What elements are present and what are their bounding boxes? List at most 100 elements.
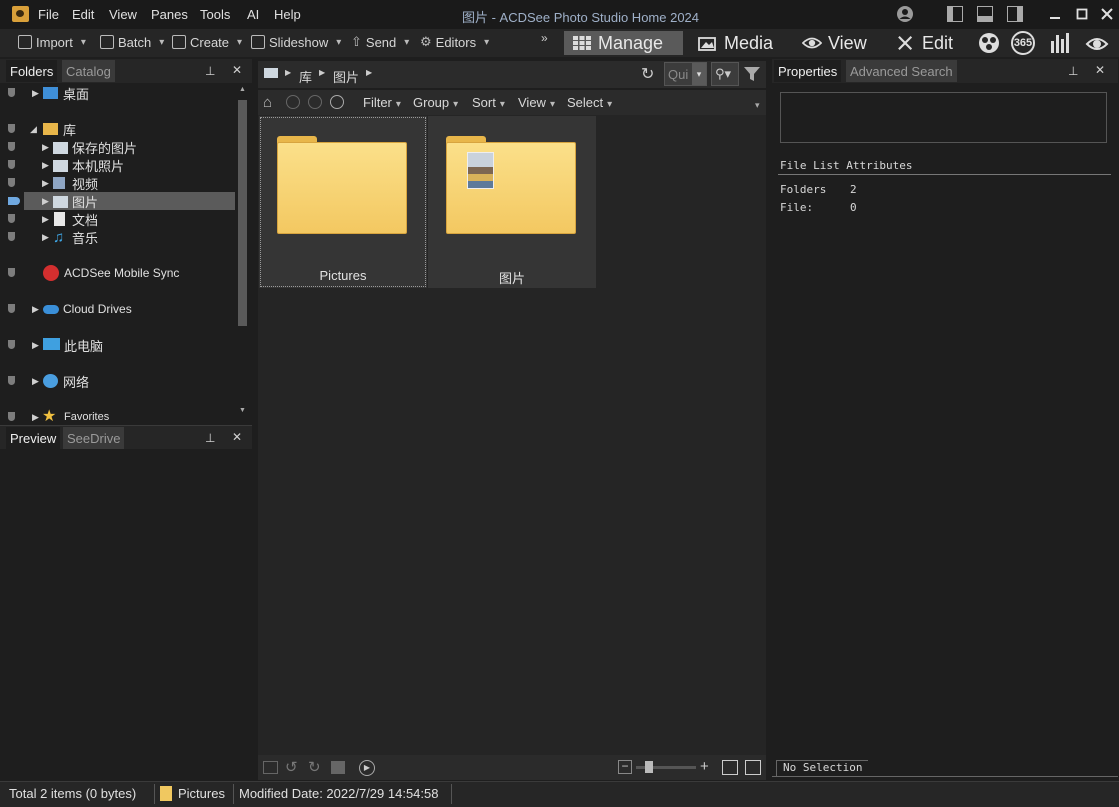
tree-item-mobile-sync[interactable]: ACDSee Mobile Sync [0,264,236,282]
close-icon[interactable] [1098,5,1116,23]
tree-item-cloud-drives[interactable]: ▶ Cloud Drives [0,300,236,318]
compare-icon[interactable] [331,761,345,774]
expand-icon[interactable]: ▶ [32,340,39,351]
expand-icon[interactable]: ▶ [42,214,49,225]
menu-panes[interactable]: Panes [151,7,188,22]
rotate-left-icon[interactable]: ↺ [285,758,298,776]
thumbnail-size-icon[interactable] [263,761,278,774]
tree-item-saved-pictures[interactable]: ▶ 保存的图片 [0,138,236,156]
back-icon[interactable] [286,95,300,109]
editors-button[interactable]: ⚙ Editors [420,33,489,51]
menu-view[interactable]: View [109,7,137,22]
breadcrumb-separator-icon[interactable]: ▶ [319,68,325,77]
sort-menu[interactable]: Sort [472,95,505,110]
toggle-bottom-pane-icon[interactable] [976,5,994,23]
breadcrumb-pictures[interactable]: 图片 [333,67,359,86]
tree-item-this-pc[interactable]: ▶ 此电脑 [0,336,236,354]
pin-icon[interactable]: ⊥ [1068,64,1078,78]
scroll-down-icon[interactable]: ▼ [239,407,246,414]
thumbnail-view-icon[interactable] [722,760,738,775]
play-slideshow-icon[interactable]: ▶ [359,760,375,776]
close-pane-icon[interactable]: ✕ [1095,63,1105,77]
breadcrumb-separator-icon[interactable]: ▶ [366,68,372,77]
send-button[interactable]: ⇧ Send [351,33,409,51]
filter-bar-overflow-icon[interactable]: ▾ [755,100,760,111]
toggle-right-pane-icon[interactable] [1006,5,1024,23]
mode-edit-button[interactable]: Edit [888,31,961,55]
thumbnail-folder-tupian[interactable]: 图片 [428,116,596,288]
menu-edit[interactable]: Edit [72,7,94,22]
expand-icon[interactable]: ▶ [32,88,39,99]
expand-icon[interactable]: ▶ [42,160,49,171]
slideshow-button[interactable]: Slideshow [251,33,341,51]
mode-manage-button[interactable]: Manage [564,31,683,55]
close-pane-icon[interactable]: ✕ [232,430,242,444]
breadcrumb-library[interactable]: 库 [299,67,312,86]
toggle-left-pane-icon[interactable] [946,5,964,23]
pin-icon[interactable]: ⊥ [205,431,215,445]
group-menu[interactable]: Group [413,95,458,110]
expand-icon[interactable]: ▶ [42,232,49,243]
tab-advanced-search[interactable]: Advanced Search [846,60,957,82]
breadcrumb-separator-icon[interactable]: ▶ [285,68,291,77]
expand-icon[interactable]: ▶ [42,178,49,189]
quick-search-input[interactable]: Qui ▾ [664,62,707,86]
create-button[interactable]: Create [172,33,242,51]
menu-help[interactable]: Help [274,7,301,22]
tree-item-favorites[interactable]: ▶ ★ Favorites [0,408,236,421]
maximize-icon[interactable] [1073,5,1091,23]
folder-tree-scroll-thumb[interactable] [238,100,247,326]
tree-item-videos[interactable]: ▶ 视频 [0,174,236,192]
thumbnail-size-slider-handle[interactable] [645,761,653,773]
tree-item-pictures[interactable]: ▶ 图片 [24,192,235,210]
tab-folders[interactable]: Folders [6,60,58,82]
develop-icon[interactable] [976,31,1002,55]
zoom-out-icon[interactable]: − [618,760,632,774]
filter-funnel-icon[interactable] [743,65,761,83]
menu-ai[interactable]: AI [247,7,259,22]
tab-catalog[interactable]: Catalog [62,60,115,82]
dashboard-chart-icon[interactable] [1048,31,1074,55]
rotate-right-icon[interactable]: ↻ [308,758,321,776]
mode-media-button[interactable]: Media [690,31,781,55]
quick-search-dropdown-icon[interactable]: ▾ [692,63,706,85]
no-selection-tab[interactable]: No Selection [776,760,869,777]
tab-seedrive[interactable]: SeeDrive [63,427,125,449]
close-pane-icon[interactable]: ✕ [232,63,242,77]
forward-icon[interactable] [308,95,322,109]
tab-preview[interactable]: Preview [6,427,61,449]
tab-properties[interactable]: Properties [774,60,842,82]
expand-icon[interactable]: ▶ [42,142,49,153]
expand-icon[interactable]: ▶ [32,412,39,422]
acdsee-365-icon[interactable]: 365 [1011,31,1035,55]
user-account-icon[interactable] [896,5,914,23]
zoom-in-icon[interactable]: + [700,758,709,775]
photos-mode-icon[interactable] [1084,31,1110,55]
tree-item-network[interactable]: ▶ 网络 [0,372,236,390]
thumbnail-folder-pictures[interactable]: Pictures [259,116,427,288]
refresh-icon[interactable]: ↻ [641,64,654,84]
tree-item-documents[interactable]: ▶ 文档 [0,210,236,228]
tree-item-music[interactable]: ▶ ♫ 音乐 [0,228,236,246]
select-menu[interactable]: Select [567,95,612,110]
mode-view-button[interactable]: View [794,31,875,55]
up-folder-icon[interactable] [330,95,344,109]
import-button[interactable]: Import [18,33,86,51]
scroll-up-icon[interactable]: ▲ [239,86,246,93]
expand-icon[interactable]: ▶ [32,376,39,387]
pin-icon[interactable]: ⊥ [205,64,215,78]
toolbar-overflow-icon[interactable]: » [541,31,548,45]
menu-tools[interactable]: Tools [200,7,230,22]
menu-file[interactable]: File [38,7,59,22]
details-view-icon[interactable] [745,760,761,775]
tree-item-camera-roll[interactable]: ▶ 本机照片 [0,156,236,174]
tree-item-library[interactable]: ◢ 库 [0,120,236,138]
expand-icon[interactable]: ▶ [32,304,39,315]
tree-item-desktop[interactable]: ▶ 桌面 [0,84,236,102]
home-icon[interactable]: ⌂ [263,94,272,111]
minimize-icon[interactable] [1046,5,1064,23]
expand-icon[interactable]: ▶ [42,196,49,207]
search-options-button[interactable]: ⚲▾ [711,62,739,86]
filter-menu[interactable]: Filter [363,95,401,110]
view-menu[interactable]: View [518,95,555,110]
